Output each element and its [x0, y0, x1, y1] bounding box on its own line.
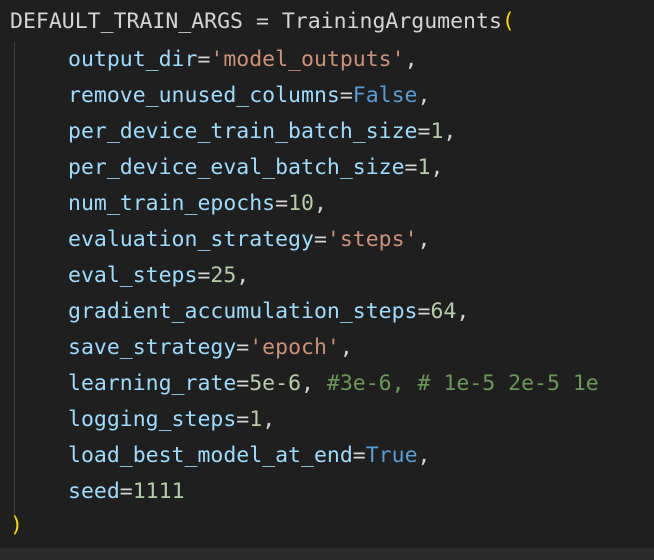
- horizontal-scrollbar[interactable]: [0, 548, 654, 560]
- equals-operator: =: [197, 263, 211, 288]
- param-name: output_dir: [68, 47, 198, 72]
- number-value: 5e-6: [249, 371, 302, 396]
- code-line-6: num_train_epochs=10,: [68, 186, 327, 222]
- param-name: learning_rate: [68, 371, 237, 396]
- code-line-13: load_best_model_at_end=True,: [68, 438, 430, 474]
- number-value: 1: [430, 119, 444, 144]
- param-name: num_train_epochs: [68, 191, 276, 216]
- param-name: load_best_model_at_end: [68, 443, 353, 468]
- comma: ,: [404, 47, 418, 72]
- code-editor[interactable]: DEFAULT_TRAIN_ARGS = TrainingArguments( …: [0, 0, 654, 548]
- equals-operator: =: [275, 191, 289, 216]
- code-line-11: learning_rate=5e-6, #3e-6, # 1e-5 2e-5 1…: [68, 366, 599, 402]
- code-line-15: ): [10, 508, 23, 544]
- code-line-9: gradient_accumulation_steps=64,: [68, 294, 469, 330]
- equals-operator: =: [404, 155, 418, 180]
- comma: ,: [456, 299, 470, 324]
- code-line-12: logging_steps=1,: [68, 402, 275, 438]
- param-name: per_device_train_batch_size: [68, 119, 418, 144]
- number-value: 25: [210, 263, 237, 288]
- number-value: 64: [430, 299, 457, 324]
- param-name: per_device_eval_batch_size: [68, 155, 405, 180]
- equals-operator: =: [236, 407, 250, 432]
- comma: ,: [417, 443, 431, 468]
- code-line-14: seed=1111: [68, 474, 185, 510]
- number-value: 1: [417, 155, 431, 180]
- equals-operator: =: [417, 119, 431, 144]
- string-value: 'model_outputs': [210, 47, 405, 72]
- number-value: 1: [249, 407, 263, 432]
- code-line-10: save_strategy='epoch',: [68, 330, 353, 366]
- code-line-1: DEFAULT_TRAIN_ARGS = TrainingArguments(: [10, 4, 515, 40]
- variable-name: DEFAULT_TRAIN_ARGS: [10, 9, 243, 34]
- code-line-3: remove_unused_columns=False,: [68, 78, 430, 114]
- close-paren: ): [10, 513, 23, 538]
- code-line-4: per_device_train_batch_size=1,: [68, 114, 456, 150]
- code-line-7: evaluation_strategy='steps',: [68, 222, 430, 258]
- comma: ,: [313, 191, 327, 216]
- boolean-value: True: [365, 443, 418, 468]
- indent-guide: [14, 42, 15, 516]
- number-value: 10: [288, 191, 314, 216]
- equals-operator: =: [119, 479, 133, 504]
- string-value: 'steps': [326, 227, 418, 252]
- param-name: gradient_accumulation_steps: [68, 299, 418, 324]
- comma: ,: [236, 263, 250, 288]
- equals-operator: =: [236, 335, 250, 360]
- equals-operator: =: [313, 227, 327, 252]
- comma: ,: [262, 407, 276, 432]
- param-name: evaluation_strategy: [68, 227, 314, 252]
- number-value: 1111: [132, 479, 185, 504]
- comma: ,: [417, 83, 431, 108]
- comma: ,: [443, 119, 457, 144]
- function-name: TrainingArguments: [281, 9, 502, 34]
- param-name: remove_unused_columns: [68, 83, 340, 108]
- equals-operator: =: [417, 299, 431, 324]
- equals-operator: =: [352, 443, 366, 468]
- param-name: seed: [68, 479, 120, 504]
- boolean-value: False: [352, 83, 418, 108]
- open-paren: (: [501, 9, 515, 34]
- code-line-5: per_device_eval_batch_size=1,: [68, 150, 443, 186]
- param-name: eval_steps: [68, 263, 198, 288]
- string-value: 'epoch': [249, 335, 340, 360]
- param-name: logging_steps: [68, 407, 237, 432]
- code-line-2: output_dir='model_outputs',: [68, 42, 418, 78]
- param-name: save_strategy: [68, 335, 237, 360]
- equals-operator: =: [197, 47, 211, 72]
- code-line-8: eval_steps=25,: [68, 258, 249, 294]
- equals-operator: =: [236, 371, 250, 396]
- assign-operator: =: [243, 9, 282, 34]
- inline-comment: #3e-6, # 1e-5 2e-5 1e: [326, 371, 599, 396]
- comma: ,: [339, 335, 353, 360]
- equals-operator: =: [339, 83, 353, 108]
- comma: ,: [430, 155, 444, 180]
- comma: ,: [301, 371, 327, 396]
- comma: ,: [417, 227, 431, 252]
